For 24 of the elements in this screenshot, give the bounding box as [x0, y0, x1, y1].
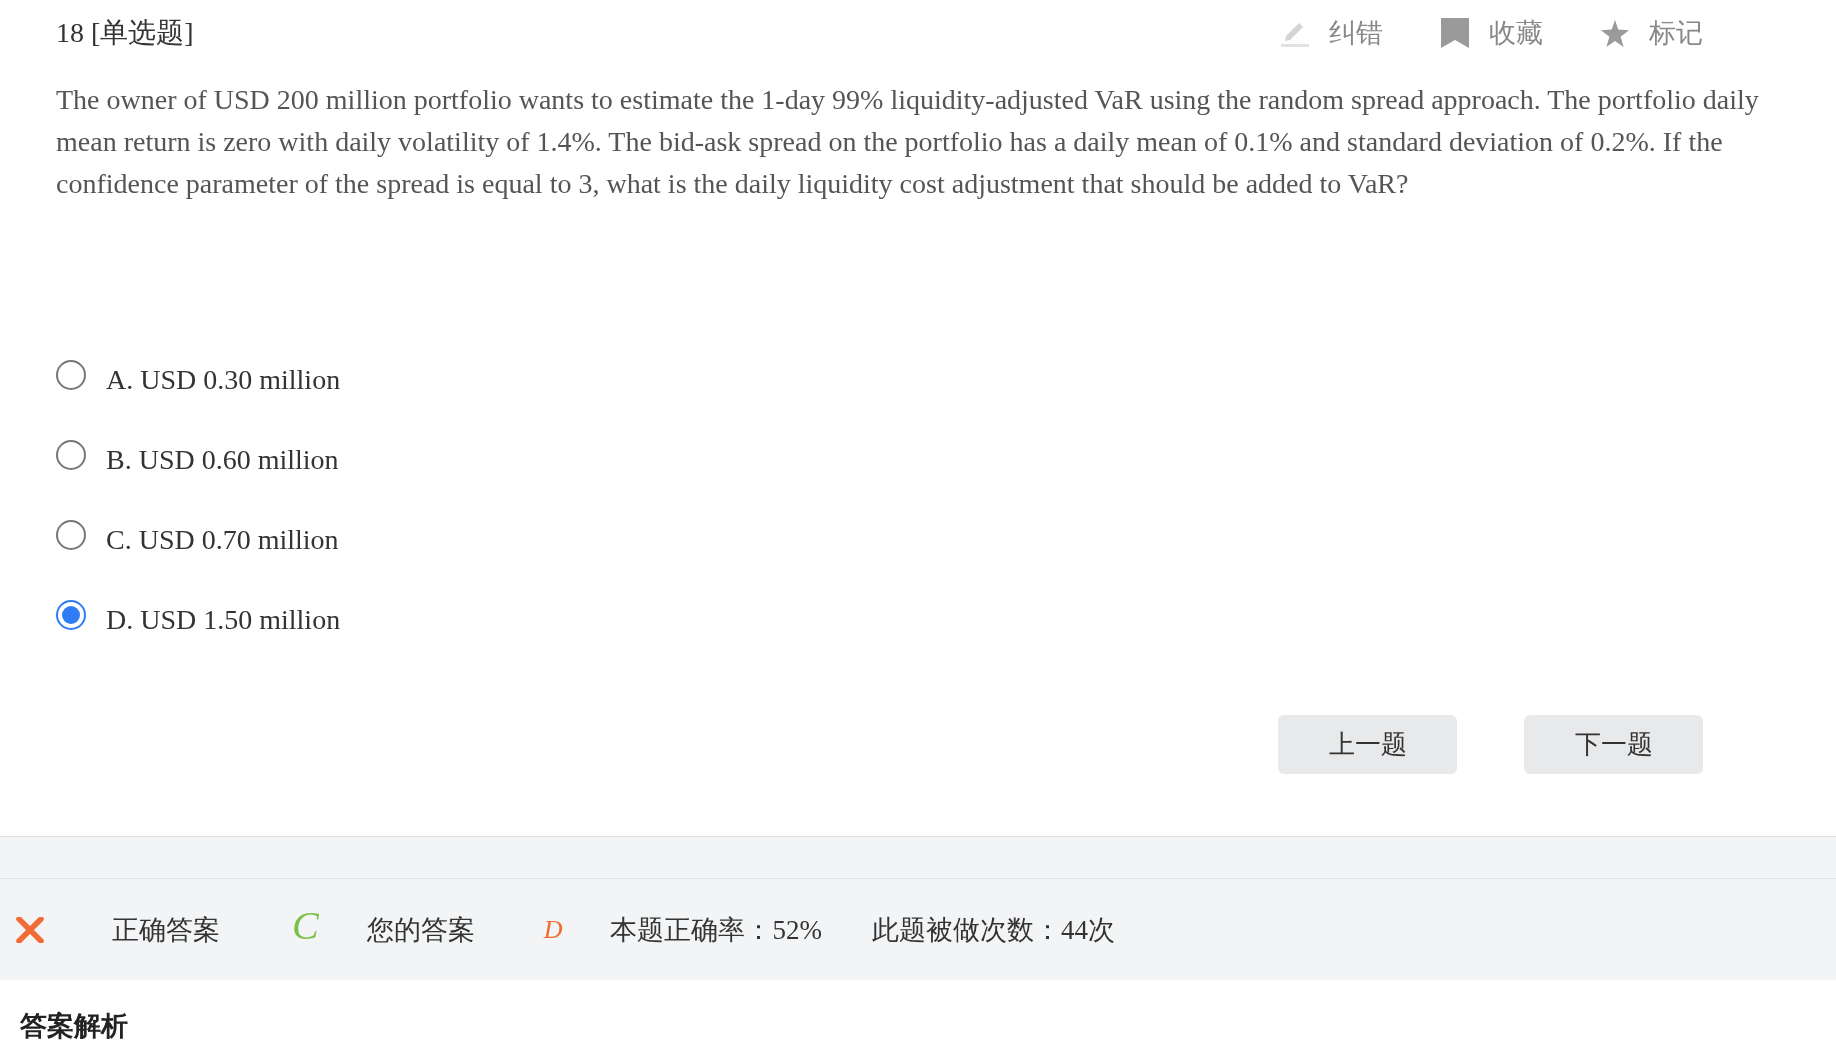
analysis-heading: 答案解析 — [20, 1011, 128, 1041]
option-label[interactable]: A. USD 0.30 million — [106, 364, 341, 396]
option-label[interactable]: C. USD 0.70 million — [106, 524, 339, 556]
your-answer-label: 您的答案 — [366, 913, 475, 947]
accuracy-rate-text: 本题正确率：52% — [610, 913, 822, 947]
attempt-count-text: 此题被做次数：44次 — [871, 913, 1115, 947]
bookmark-icon — [1441, 18, 1469, 48]
question-text: The owner of USD 200 million portfolio wants to estimate the 1-day 99% liquidity-adjusted VaR using the random spread approach. The portfolio daily mean return is zero with daily volatility of 1.4%. The bid-ask spread on the portfolio has a daily mean of 0.1% and standard deviation of 0.2%. If the confidence parameter of the spread is equal to 3, what is the daily liquidity cost adjustment that should be added to VaR? — [56, 83, 1760, 201]
report-error-button[interactable]: 纠错 — [1281, 15, 1383, 51]
option-label[interactable]: D. USD 1.50 million — [106, 604, 341, 636]
mark-button[interactable]: 标记 — [1601, 15, 1703, 51]
next-question-button[interactable]: 下一题 — [1524, 715, 1703, 774]
favorite-button[interactable]: 收藏 — [1441, 15, 1543, 51]
radio-button[interactable] — [56, 520, 86, 550]
radio-button[interactable] — [56, 440, 86, 470]
correct-answer-label: 正确答案 — [112, 913, 220, 947]
star-icon — [1601, 19, 1629, 47]
radio-button[interactable] — [56, 600, 86, 630]
previous-question-button[interactable]: 上一题 — [1278, 715, 1457, 774]
correct-answer-letter: C — [292, 905, 319, 946]
radio-button[interactable] — [56, 360, 86, 390]
your-answer-letter: D — [543, 914, 563, 945]
question-number-title: 18 [单选题] — [56, 16, 194, 50]
option-label[interactable]: B. USD 0.60 million — [106, 444, 339, 476]
